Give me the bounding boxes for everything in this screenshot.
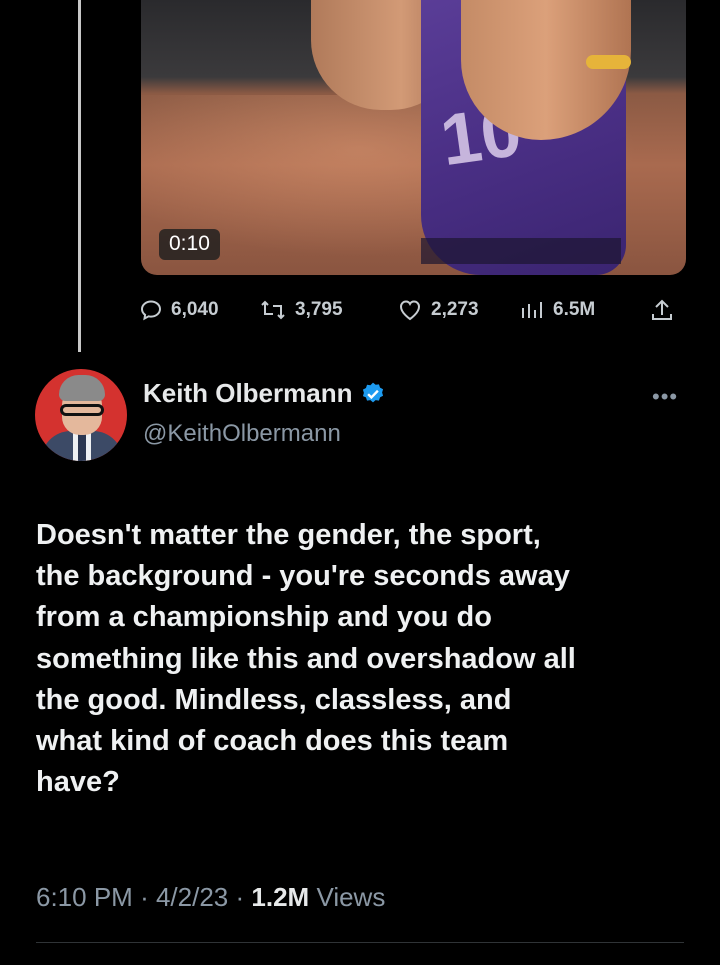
share-button[interactable] bbox=[649, 292, 675, 328]
tweet-text-line: something like this and overshadow all bbox=[36, 642, 576, 675]
author-avatar[interactable] bbox=[35, 369, 127, 461]
jersey-waistband bbox=[421, 238, 621, 264]
thread-connector-line bbox=[78, 0, 81, 352]
tweet-text-line: what kind of coach does this team bbox=[36, 725, 509, 758]
views-button[interactable]: 6.5M bbox=[519, 292, 595, 328]
reply-count: 6,040 bbox=[171, 299, 219, 320]
retweet-button[interactable]: 3,795 bbox=[259, 292, 343, 328]
share-icon bbox=[652, 299, 672, 320]
heart-icon bbox=[399, 300, 421, 321]
tweet-action-bar: 6,040 3,795 2,273 6.5M bbox=[139, 292, 686, 328]
meta-separator: · bbox=[235, 882, 245, 912]
tweet-date[interactable]: 4/2/23 bbox=[156, 882, 228, 912]
like-count: 2,273 bbox=[431, 299, 479, 320]
author-name-row: Keith Olbermann bbox=[143, 378, 386, 409]
views-count: 6.5M bbox=[553, 299, 596, 320]
retweet-count: 3,795 bbox=[295, 299, 343, 320]
more-options-icon[interactable]: ••• bbox=[652, 384, 678, 410]
reply-icon bbox=[140, 300, 162, 321]
tweet-views-count: 1.2M bbox=[251, 882, 310, 912]
author-handle[interactable]: @KeithOlbermann bbox=[143, 420, 341, 448]
meta-separator: · bbox=[140, 882, 149, 912]
reply-button[interactable]: 6,040 bbox=[139, 292, 219, 328]
tweet-text-line: Doesn't matter the gender, the sport, bbox=[36, 519, 541, 551]
author-display-name[interactable]: Keith Olbermann bbox=[143, 378, 352, 409]
tweet-views-label: Views bbox=[316, 882, 386, 912]
like-button[interactable]: 2,273 bbox=[397, 292, 479, 328]
video-duration-badge: 0:10 bbox=[159, 229, 220, 260]
tweet-text-line: the background - you're seconds away bbox=[36, 560, 570, 593]
video-player[interactable]: 10 0:10 bbox=[141, 0, 686, 275]
tweet-text-line: the good. Mindless, classless, and bbox=[36, 683, 512, 716]
tweet-text: Doesn't matter the gender, the sport, th… bbox=[36, 515, 706, 803]
verified-badge-icon bbox=[363, 382, 384, 402]
tweet-text-line: have? bbox=[36, 766, 120, 799]
tweet-metadata: 6:10 PM · 4/2/23 · 1.2M Views bbox=[36, 882, 385, 913]
retweet-icon bbox=[261, 300, 285, 320]
tweet-text-line: from a championship and you do bbox=[36, 601, 492, 634]
jersey-trim bbox=[586, 55, 631, 69]
analytics-icon bbox=[522, 302, 542, 318]
divider bbox=[36, 942, 684, 943]
tweet-time[interactable]: 6:10 PM bbox=[36, 882, 133, 912]
